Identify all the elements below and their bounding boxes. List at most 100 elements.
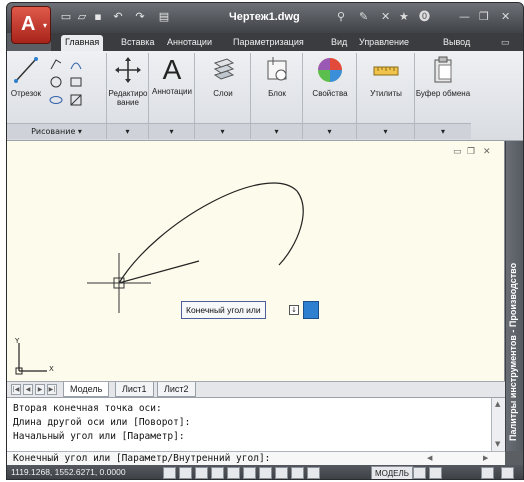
command-prompt[interactable]: Конечный угол или [Параметр/Внутренний у… bbox=[13, 453, 270, 464]
text-icon: A bbox=[162, 54, 182, 85]
osnap-icon[interactable] bbox=[227, 467, 240, 479]
viewport-close-icon[interactable]: ✕ bbox=[483, 147, 491, 157]
dynamic-input-prompt: Конечный угол или bbox=[181, 301, 266, 319]
edit-tool[interactable]: Редактиро вание bbox=[107, 55, 149, 107]
ducs-icon[interactable] bbox=[259, 467, 272, 479]
utilities-panel-footer[interactable]: ▾ bbox=[357, 123, 414, 139]
dyn-icon[interactable] bbox=[275, 467, 288, 479]
scroll-down-icon[interactable]: ▼ bbox=[495, 440, 500, 448]
viewport-minimize-icon[interactable]: ▭ bbox=[453, 147, 462, 157]
clipboard-tool[interactable]: Буфер обмена bbox=[415, 55, 471, 98]
polyline-icon[interactable] bbox=[49, 57, 63, 71]
tab-layout2[interactable]: Лист2 bbox=[157, 382, 196, 397]
binoculars-icon[interactable]: ⚲ bbox=[337, 11, 345, 23]
rectangle-icon[interactable] bbox=[69, 75, 83, 89]
properties-tool[interactable]: Свойства bbox=[303, 55, 357, 98]
tab-manage[interactable]: Управление bbox=[355, 35, 413, 51]
layers-tool-label: Слои bbox=[213, 89, 233, 98]
command-history-line: Начальный угол или [Параметр]: bbox=[13, 431, 185, 442]
drawing-canvas[interactable]: X Y ▭ ❐ ✕ bbox=[7, 141, 505, 381]
ellipse-icon[interactable] bbox=[49, 93, 63, 107]
tab-layout1[interactable]: Лист1 bbox=[115, 382, 154, 397]
quick-view-drawings-icon[interactable] bbox=[429, 467, 442, 479]
grid-icon[interactable] bbox=[179, 467, 192, 479]
modify-panel-footer[interactable]: ▾ bbox=[107, 123, 148, 139]
layers-panel: Слои ▾ bbox=[195, 53, 251, 139]
utilities-tool[interactable]: Утилиты bbox=[357, 55, 415, 98]
favorites-icon[interactable]: ★ bbox=[399, 11, 409, 23]
document-title: Чертеж1.dwg bbox=[229, 11, 300, 23]
dynamic-input-field[interactable] bbox=[303, 301, 319, 319]
layers-panel-footer[interactable]: ▾ bbox=[195, 123, 250, 139]
close-icon[interactable]: ✕ bbox=[501, 11, 510, 23]
ellipse-arc bbox=[118, 182, 304, 284]
snap-icon[interactable] bbox=[163, 467, 176, 479]
last-layout-icon[interactable]: ▶| bbox=[47, 384, 57, 395]
measure-icon bbox=[373, 66, 399, 76]
dynamic-input-options-icon[interactable]: ↓ bbox=[289, 305, 299, 315]
layers-tool[interactable]: Слои bbox=[195, 55, 251, 98]
scroll-left-icon[interactable]: ◀ bbox=[427, 454, 432, 462]
save-icon[interactable]: ▪ bbox=[91, 11, 105, 23]
prev-layout-icon[interactable]: ◀ bbox=[23, 384, 33, 395]
tab-insert[interactable]: Вставка bbox=[117, 35, 158, 51]
quick-properties-icon[interactable] bbox=[307, 467, 320, 479]
scroll-up-icon[interactable]: ▲ bbox=[495, 400, 500, 408]
plot-icon[interactable]: ▤ bbox=[157, 11, 171, 23]
workspace-icon[interactable] bbox=[481, 467, 494, 479]
clean-screen-icon[interactable] bbox=[501, 467, 514, 479]
viewport-restore-icon[interactable]: ❐ bbox=[467, 147, 475, 157]
line-icon bbox=[14, 57, 38, 83]
line-tool[interactable]: Отрезок bbox=[9, 55, 43, 98]
minimize-icon[interactable]: — bbox=[459, 11, 470, 23]
command-history-line: Вторая конечная точка оси: bbox=[13, 403, 162, 414]
model-space-button[interactable]: МОДЕЛЬ bbox=[371, 466, 413, 479]
block-tool[interactable]: Блок bbox=[251, 55, 303, 98]
block-panel-footer[interactable]: ▾ bbox=[251, 123, 302, 139]
open-icon[interactable]: ▱ bbox=[75, 11, 89, 23]
redo-icon[interactable]: ↷ bbox=[133, 11, 147, 23]
autocad-logo-icon: A bbox=[21, 13, 36, 35]
hatch-icon[interactable] bbox=[69, 93, 83, 107]
coordinates-readout[interactable]: 1119.1268, 1552.6271, 0.0000 bbox=[11, 467, 126, 477]
next-layout-icon[interactable]: ▶ bbox=[35, 384, 45, 395]
annotation-tool[interactable]: A Аннотации bbox=[149, 54, 195, 97]
ribbon: Отрезок Рисование ▾ Редактиро вание ▾ A … bbox=[7, 51, 523, 141]
lineweight-icon[interactable] bbox=[291, 467, 304, 479]
clipboard-panel-footer[interactable]: ▾ bbox=[415, 123, 471, 139]
tab-home[interactable]: Главная bbox=[61, 35, 104, 51]
undo-icon[interactable]: ↶ bbox=[111, 11, 125, 23]
properties-panel-footer[interactable]: ▾ bbox=[303, 123, 356, 139]
tab-parametric[interactable]: Параметризация bbox=[229, 35, 308, 51]
layers-icon bbox=[213, 58, 235, 80]
new-icon[interactable]: ▭ bbox=[59, 11, 73, 23]
circle-icon[interactable] bbox=[49, 75, 63, 89]
tab-view[interactable]: Вид bbox=[327, 35, 351, 51]
command-scrollbar[interactable]: ▲ ▼ bbox=[491, 398, 505, 452]
status-bar: 1119.1268, 1552.6271, 0.0000 МОДЕЛЬ bbox=[7, 465, 523, 479]
annotation-panel-footer[interactable]: ▾ bbox=[149, 123, 194, 139]
polar-icon[interactable] bbox=[211, 467, 224, 479]
quick-view-layouts-icon[interactable] bbox=[413, 467, 426, 479]
scroll-right-icon[interactable]: ▶ bbox=[483, 454, 488, 462]
restore-icon[interactable]: ❐ bbox=[479, 11, 489, 23]
application-menu-button[interactable]: A ▾ bbox=[11, 6, 51, 44]
tab-model[interactable]: Модель bbox=[63, 382, 110, 397]
communication-icon[interactable]: ✕ bbox=[381, 11, 390, 23]
ribbon-toggle-icon[interactable]: ▭ bbox=[497, 35, 514, 51]
command-input-row[interactable]: Конечный угол или [Параметр/Внутренний у… bbox=[7, 451, 505, 465]
annotation-tool-label: Аннотации bbox=[152, 87, 192, 96]
utilities-panel: Утилиты ▾ bbox=[357, 53, 415, 139]
draw-panel-footer[interactable]: Рисование ▾ bbox=[7, 123, 106, 139]
tab-annotate[interactable]: Аннотации bbox=[163, 35, 216, 51]
first-layout-icon[interactable]: |◀ bbox=[11, 384, 21, 395]
tool-palette-bar[interactable]: Палитры инструментов - Производство bbox=[505, 141, 523, 451]
properties-icon bbox=[318, 58, 342, 82]
otrack-icon[interactable] bbox=[243, 467, 256, 479]
tab-output[interactable]: Вывод bbox=[439, 35, 474, 51]
help-icon[interactable]: ⓿ bbox=[419, 11, 430, 23]
wrench-icon[interactable]: ✎ bbox=[359, 11, 368, 23]
tool-palette-label: Палитры инструментов - Производство bbox=[508, 262, 518, 441]
arc-icon[interactable] bbox=[69, 57, 83, 71]
ortho-icon[interactable] bbox=[195, 467, 208, 479]
